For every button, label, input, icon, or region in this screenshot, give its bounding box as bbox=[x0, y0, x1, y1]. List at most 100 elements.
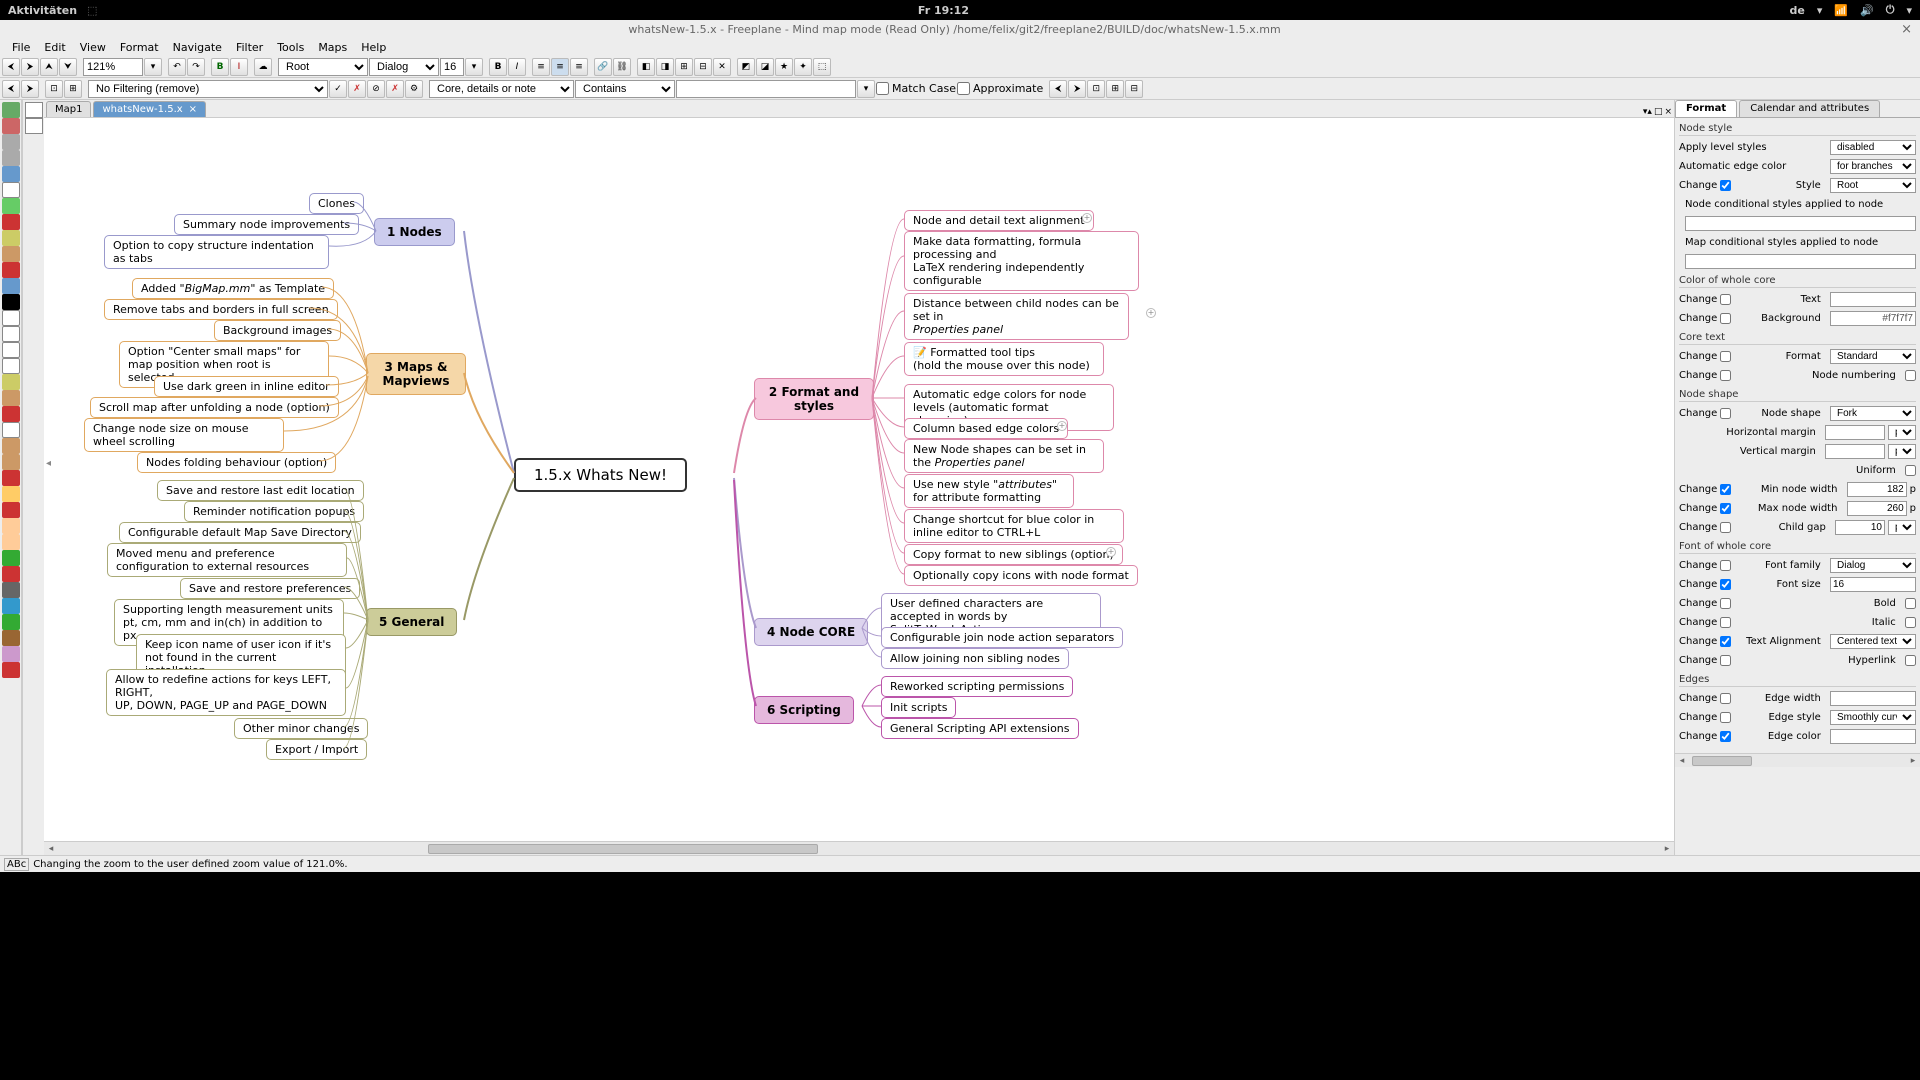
leaf-b3-0[interactable]: Added "BigMap.mm" as Template bbox=[132, 278, 334, 299]
icon-l26[interactable] bbox=[2, 502, 20, 518]
leaf-b2-6[interactable]: New Node shapes can be set in the Proper… bbox=[904, 439, 1104, 473]
canvas-hscroll[interactable]: ◂ ▸ bbox=[44, 841, 1674, 855]
leaf-b3-7[interactable]: Nodes folding behaviour (option) bbox=[137, 452, 336, 473]
cb-bg-color[interactable] bbox=[1720, 313, 1731, 324]
unlink-icon[interactable]: ⛓ bbox=[613, 58, 631, 76]
node-root[interactable]: 1.5.x Whats New! bbox=[514, 458, 687, 492]
filter-select[interactable]: No Filtering (remove) bbox=[88, 80, 328, 98]
leaf-b5-9[interactable]: Export / Import bbox=[266, 739, 367, 760]
match-case-checkbox[interactable] bbox=[876, 82, 889, 95]
icon-l35[interactable] bbox=[2, 646, 20, 662]
node-branch1[interactable]: 1 Nodes bbox=[374, 218, 455, 246]
icon-l20[interactable] bbox=[2, 406, 20, 422]
cb-bold[interactable] bbox=[1720, 598, 1731, 609]
icon-l12[interactable] bbox=[2, 278, 20, 294]
fs-input[interactable] bbox=[1830, 577, 1916, 592]
icon-l14[interactable] bbox=[2, 310, 20, 326]
filter-g[interactable]: ✗ bbox=[386, 80, 404, 98]
panel-tab-format[interactable]: Format bbox=[1675, 100, 1737, 117]
leaf-b2-2[interactable]: Distance between child nodes can be set … bbox=[904, 293, 1129, 340]
link-icon[interactable]: 🔗 bbox=[594, 58, 612, 76]
tb1-f[interactable]: ◩ bbox=[737, 58, 755, 76]
icon-l19[interactable] bbox=[2, 390, 20, 406]
leaf-b3-1[interactable]: Remove tabs and borders in full screen bbox=[104, 299, 338, 320]
style-select[interactable]: Root bbox=[278, 58, 368, 76]
leaf-b5-3[interactable]: Moved menu and preference configuration … bbox=[107, 543, 347, 577]
panel-hscroll[interactable]: ◂▸ bbox=[1675, 753, 1920, 767]
style-select-panel[interactable]: Root bbox=[1830, 178, 1916, 193]
search-field-select[interactable]: Core, details or note bbox=[429, 80, 574, 98]
menu-view[interactable]: View bbox=[74, 39, 112, 56]
ec-input[interactable] bbox=[1830, 729, 1916, 744]
cb-text-color[interactable] bbox=[1720, 294, 1731, 305]
find-e[interactable]: ⊟ bbox=[1125, 80, 1143, 98]
icon-l30[interactable] bbox=[2, 566, 20, 582]
menu-help[interactable]: Help bbox=[355, 39, 392, 56]
zoom-input[interactable] bbox=[83, 58, 143, 76]
icon-l2[interactable] bbox=[2, 118, 20, 134]
maxw-input[interactable] bbox=[1847, 501, 1907, 516]
zoom-dropdown[interactable]: ▾ bbox=[144, 58, 162, 76]
cg-unit[interactable]: pt bbox=[1888, 520, 1916, 535]
leaf-b6-0[interactable]: Reworked scripting permissions bbox=[881, 676, 1073, 697]
leaf-b2-7[interactable]: Use new style "attributes" for attribute… bbox=[904, 474, 1074, 508]
cb-ec[interactable] bbox=[1720, 731, 1731, 742]
cb-italic-val[interactable] bbox=[1905, 617, 1916, 628]
menu-navigate[interactable]: Navigate bbox=[167, 39, 228, 56]
redo-button[interactable]: ↷ bbox=[187, 58, 205, 76]
icon-l10[interactable] bbox=[2, 246, 20, 262]
icon-l13[interactable] bbox=[2, 294, 20, 310]
menu-tools[interactable]: Tools bbox=[271, 39, 310, 56]
tb1-i[interactable]: ✦ bbox=[794, 58, 812, 76]
activities-label[interactable]: Aktivitäten bbox=[8, 4, 77, 17]
icon-l29[interactable] bbox=[2, 550, 20, 566]
leaf-b5-1[interactable]: Reminder notification popups bbox=[184, 501, 364, 522]
leaf-b1-2[interactable]: Option to copy structure indentation as … bbox=[104, 235, 329, 269]
expand-icon-4[interactable]: + bbox=[1106, 547, 1116, 557]
leaf-b3-2[interactable]: Background images bbox=[214, 320, 341, 341]
leaf-b5-0[interactable]: Save and restore last edit location bbox=[157, 480, 364, 501]
italic-button[interactable]: I bbox=[508, 58, 526, 76]
cb-minw[interactable] bbox=[1720, 484, 1731, 495]
volume-icon[interactable]: 🔊 bbox=[1860, 4, 1874, 17]
leaf-b2-3[interactable]: 📝 Formatted tool tips (hold the mouse ov… bbox=[904, 342, 1104, 376]
menu-chevron-icon[interactable]: ▾ bbox=[1906, 4, 1912, 17]
panel-max-icon[interactable]: □ bbox=[1654, 107, 1663, 117]
icon-l33[interactable] bbox=[2, 614, 20, 630]
cb-align[interactable] bbox=[1720, 636, 1731, 647]
tab-whatsnew[interactable]: whatsNew-1.5.x× bbox=[93, 101, 206, 117]
leaf-b2-0[interactable]: Node and detail text alignment bbox=[904, 210, 1094, 231]
tb1-c[interactable]: ⊞ bbox=[675, 58, 693, 76]
cb-numbering-val[interactable] bbox=[1905, 370, 1916, 381]
leaf-b2-10[interactable]: Optionally copy icons with node format bbox=[904, 565, 1138, 586]
filter-h[interactable]: ⚙ bbox=[405, 80, 423, 98]
find-prev-button[interactable]: ⮜ bbox=[1049, 80, 1067, 98]
minw-input[interactable] bbox=[1847, 482, 1907, 497]
bold-button[interactable]: B bbox=[489, 58, 507, 76]
cond-map-input[interactable] bbox=[1685, 254, 1916, 269]
icon-l31[interactable] bbox=[2, 582, 20, 598]
leaf-b2-5[interactable]: Column based edge colors bbox=[904, 418, 1068, 439]
search-mode-select[interactable]: Contains bbox=[575, 80, 675, 98]
align-center-button[interactable]: ≡ bbox=[551, 58, 569, 76]
node-branch3[interactable]: 3 Maps & Mapviews bbox=[366, 353, 466, 395]
menu-format[interactable]: Format bbox=[114, 39, 165, 56]
icon-l24[interactable] bbox=[2, 470, 20, 486]
icon-r2[interactable] bbox=[25, 118, 43, 134]
power-icon[interactable]: ⏻ bbox=[1886, 3, 1895, 17]
filter-e[interactable]: ✗ bbox=[348, 80, 366, 98]
icon-l34[interactable] bbox=[2, 630, 20, 646]
tb1-j[interactable]: ⬚ bbox=[813, 58, 831, 76]
cb-hyper-val[interactable] bbox=[1905, 655, 1916, 666]
italic-icon[interactable]: I bbox=[230, 58, 248, 76]
icon-l21[interactable] bbox=[2, 422, 20, 438]
undo-button[interactable]: ↶ bbox=[168, 58, 186, 76]
icon-l7[interactable] bbox=[2, 198, 20, 214]
close-icon[interactable]: × bbox=[1901, 22, 1912, 37]
cb-ew[interactable] bbox=[1720, 693, 1731, 704]
wifi-icon[interactable]: 📶 bbox=[1834, 4, 1848, 17]
leaf-b5-2[interactable]: Configurable default Map Save Directory bbox=[119, 522, 361, 543]
tb1-g[interactable]: ◪ bbox=[756, 58, 774, 76]
nav-down-button[interactable]: ⮟ bbox=[59, 58, 77, 76]
filter-d[interactable]: ⊞ bbox=[64, 80, 82, 98]
